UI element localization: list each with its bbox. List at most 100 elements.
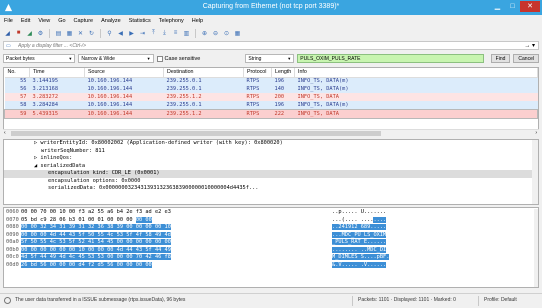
autoscroll-icon[interactable]: ≡ [171,29,180,38]
cell-no: 58 [20,101,27,108]
menu-edit[interactable]: Edit [21,18,30,24]
packet-row[interactable]: 58 3.284284 10.160.196.144 239.255.0.1 R… [4,101,538,109]
zoom-in-icon[interactable]: ⊕ [200,29,209,38]
restart-capture-icon[interactable]: ◢ [25,29,34,38]
tree-item[interactable]: ◢ serializedData [4,163,538,171]
search-in-select[interactable]: Packet bytes ▼ [3,54,76,63]
tree-item-text: inlineQos: [40,155,73,161]
cell-time: 3.283272 [32,94,59,100]
cell-no: 59 [20,110,27,117]
menu-bar: File Edit View Go Capture Analyze Statis… [0,16,542,26]
toolbar-separator [195,28,196,38]
search-type-value: String [248,56,262,62]
column-source[interactable]: Source [84,68,164,78]
apply-filter-icon[interactable]: → ▾ [524,42,535,49]
zoom-out-icon[interactable]: ⊖ [211,29,220,38]
window-title: Capturing from Ethernet (not tcp port 33… [202,3,340,10]
packet-row[interactable]: 57 3.283272 10.160.196.144 239.255.1.2 R… [4,93,538,101]
tree-item[interactable]: ▷ inlineQos: [4,155,538,163]
byte-offset: 00d0 [6,261,19,268]
scroll-right-icon[interactable]: › [535,130,537,136]
charset-select[interactable]: Narrow & Wide ▼ [78,54,154,63]
packet-row-selected[interactable]: 59 5.439315 10.160.196.144 239.255.1.2 R… [4,109,538,118]
reload-icon[interactable]: ↻ [87,29,96,38]
expand-arrow-icon[interactable]: ▷ [34,140,37,146]
tree-item-text: serializedData [40,162,86,169]
find-bar: Packet bytes ▼ Narrow & Wide ▼ Case sens… [3,53,539,64]
zoom-normal-icon[interactable]: ⊙ [222,29,231,38]
column-time[interactable]: Time [29,68,85,78]
menu-telephony[interactable]: Telephony [159,18,184,24]
go-to-packet-icon[interactable]: ⇥ [138,29,147,38]
go-forward-icon[interactable]: ▶ [127,29,136,38]
minimize-button[interactable]: ▁ [490,1,505,12]
details-scrollbar[interactable] [532,140,538,204]
scrollbar-thumb[interactable] [11,131,381,136]
cancel-button[interactable]: Cancel [513,54,539,63]
tree-item-selected[interactable]: encapsulation kind: CDR_LE (0x0001) [4,170,538,178]
menu-view[interactable]: View [38,18,50,24]
close-file-icon[interactable]: ✕ [76,29,85,38]
charset-value: Narrow & Wide [81,56,115,62]
search-value-input[interactable]: PULS_OXIM_PULS_RATE [297,54,484,63]
capture-options-icon[interactable]: ⚙ [36,29,45,38]
cell-no: 55 [20,78,27,85]
colorize-icon[interactable]: ▥ [182,29,191,38]
expand-arrow-icon[interactable]: ▷ [34,155,37,161]
cell-info: INFO_TS, DATA [297,110,339,117]
maximize-button[interactable]: □ [505,1,520,12]
cell-destination: 239.255.0.1 [166,78,202,85]
column-info[interactable]: Info [294,68,538,78]
stop-capture-icon[interactable]: ■ [14,29,23,38]
bookmark-icon[interactable]: ▭ [6,43,11,49]
hex-bytes-highlighted: 00 00 [135,216,152,223]
tree-item[interactable]: encapsulation options: 0x0000 [4,178,538,186]
byte-offset: 0060 [6,209,19,215]
save-file-icon[interactable]: ▦ [65,29,74,38]
cell-info: INFO_TS, DATA(m) [297,78,349,85]
profile-label[interactable]: Profile: Default [484,297,517,303]
packet-list-scrollbar[interactable]: ‹ › [3,129,539,136]
open-file-icon[interactable]: ▤ [54,29,63,38]
menu-analyze[interactable]: Analyze [101,18,121,24]
scroll-left-icon[interactable]: ‹ [4,130,6,136]
hex-bytes-highlighted: 00 00 00 00 00 00 10 00 00 00 4d 44 43 5… [21,246,171,253]
ascii-bytes-highlighted: .... [373,216,387,223]
tree-item[interactable]: ▷ writerEntityId: 0x80002002 (Applicatio… [4,140,538,148]
bytes-scrollbar[interactable] [534,209,538,287]
first-packet-icon[interactable]: ⤒ [149,29,158,38]
ascii-bytes-highlighted: &.V..... .V...... [332,261,387,268]
find-packet-icon[interactable]: ⚲ [105,29,114,38]
checkbox-box[interactable] [156,55,163,62]
tree-item[interactable]: serializedData: 0x0000000323431393132363… [4,185,538,193]
search-type-select[interactable]: String ▼ [245,54,295,63]
display-filter-input[interactable] [4,42,504,49]
find-button[interactable]: Find [490,54,511,63]
go-back-icon[interactable]: ◀ [116,29,125,38]
collapse-arrow-icon[interactable]: ◢ [34,163,37,169]
column-length[interactable]: Length [271,68,295,78]
case-sensitive-checkbox[interactable]: Case sensitive [156,55,243,62]
packet-row[interactable]: 55 3.144195 10.160.196.144 239.255.0.1 R… [4,77,538,85]
cell-time: 3.213168 [32,86,59,92]
column-no[interactable]: No. [4,68,30,78]
hex-bytes-highlighted: 26 bd 56 00 00 00 d4 f2 d5 56 00 00 00 0… [21,261,152,268]
resize-columns-icon[interactable]: ▦ [233,29,242,38]
close-button[interactable]: ✕ [520,1,540,12]
column-protocol[interactable]: Protocol [243,68,272,78]
packet-row[interactable]: 56 3.213168 10.160.196.144 239.255.0.1 R… [4,85,538,93]
start-capture-icon[interactable]: ◢ [3,29,12,38]
menu-help[interactable]: Help [192,18,203,24]
chevron-down-icon: ▼ [287,56,292,61]
cell-no: 56 [20,86,27,92]
menu-go[interactable]: Go [58,18,65,24]
last-packet-icon[interactable]: ⤓ [160,29,169,38]
expert-info-icon[interactable] [4,297,11,304]
tree-item[interactable]: writerSeqNumber: 811 [4,148,538,156]
cell-protocol: RTPS [246,94,260,100]
menu-capture[interactable]: Capture [74,18,94,24]
menu-file[interactable]: File [4,18,13,24]
menu-statistics[interactable]: Statistics [129,18,151,24]
byte-offset: 00a0 [6,239,19,245]
column-destination[interactable]: Destination [163,68,244,78]
